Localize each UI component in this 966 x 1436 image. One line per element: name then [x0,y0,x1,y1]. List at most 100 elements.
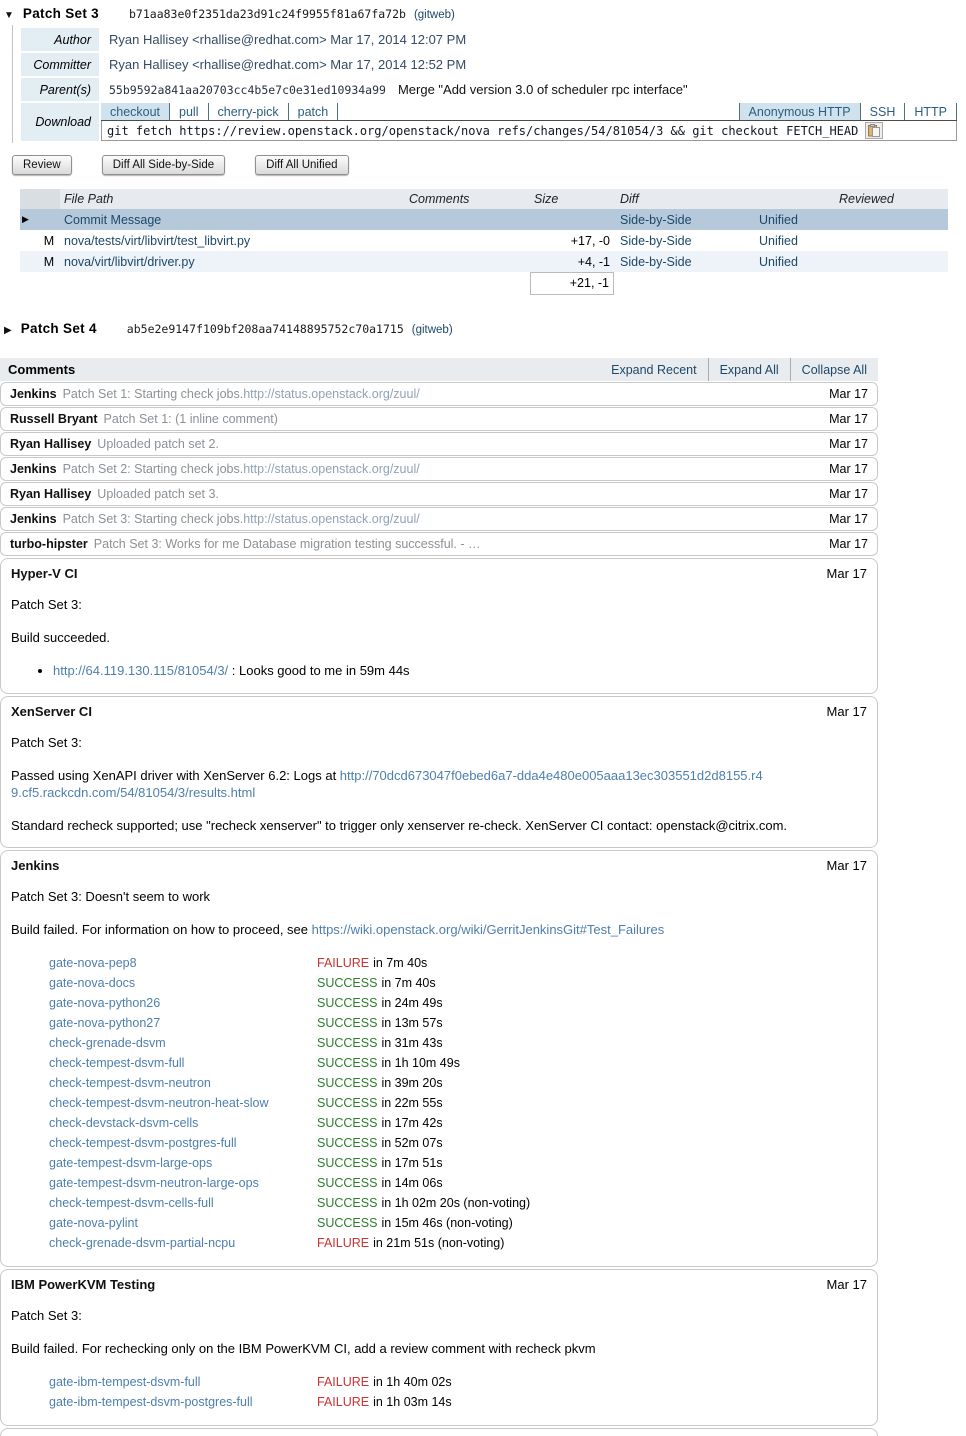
col-reviewed: Reviewed [839,192,894,206]
file-path-link[interactable]: nova/tests/virt/libvirt/test_libvirt.py [64,234,250,248]
comment-summary: Uploaded patch set 2. [97,437,219,451]
test-job-link[interactable]: check-tempest-dsvm-neutron-heat-slow [49,1096,317,1110]
build-result-link[interactable]: http://64.119.130.115/81054/3/ [53,663,228,678]
test-job-link[interactable]: gate-nova-python26 [49,996,317,1010]
file-table-total-row: +21, -1 [20,272,948,295]
comment-paragraph: Patch Set 3: [11,735,82,751]
patchset3-title: Patch Set 3 [22,6,99,21]
parents-value: 55b9592a841aa20703cc4b5e7c0e31ed10934a99… [99,78,949,101]
download-label: Download [21,103,99,141]
comment-summary: Patch Set 1: (1 inline comment) [103,412,278,426]
comment-author: XenServer CI [11,704,92,720]
test-job-link[interactable]: gate-ibm-tempest-dsvm-postgres-full [49,1395,317,1409]
file-path-link[interactable]: nova/virt/libvirt/driver.py [64,255,195,269]
comments-action-link[interactable]: Expand Recent [600,358,707,381]
comment-jenkins: Jenkins Mar 17 Patch Set 3: Doesn't seem… [0,850,878,1268]
file-row[interactable]: M nova/tests/virt/libvirt/test_libvirt.p… [20,230,948,251]
test-duration: in 17m 51s [381,1156,443,1171]
committer-label: Committer [21,53,99,76]
action-button[interactable]: Diff All Unified [255,155,349,175]
total-size: +21, -1 [530,272,614,295]
test-job-link[interactable]: gate-tempest-dsvm-large-ops [49,1156,317,1170]
col-comments: Comments [409,192,470,206]
test-duration: in 39m 20s [381,1076,443,1091]
download-scheme-tab[interactable]: cherry-pick [209,103,289,120]
test-job-link[interactable]: check-tempest-dsvm-postgres-full [49,1136,317,1150]
patchset3-expanded-triangle-icon[interactable]: ▼ [4,10,14,21]
patchset3-gitweb-link[interactable]: (gitweb) [414,9,455,21]
diff-side-by-side-link[interactable]: Side-by-Side [620,255,692,269]
comment-date: Mar 17 [829,512,868,526]
test-duration: in 17m 42s [381,1116,443,1131]
wiki-link[interactable]: https://wiki.openstack.org/wiki/GerritJe… [312,922,665,937]
download-scheme-tab[interactable]: checkout [101,103,171,120]
test-duration: in 1h 02m 20s (non-voting) [381,1196,531,1211]
test-result-row: check-grenade-dsvm-partial-ncpu FAILURE i… [49,1233,867,1253]
comment-paragraph: Build succeeded. [11,629,111,645]
download-protocol-tab[interactable]: SSH [861,103,906,120]
test-job-link[interactable]: check-grenade-dsvm-partial-ncpu [49,1236,317,1250]
diff-unified-link[interactable]: Unified [759,213,798,227]
test-result-row: gate-tempest-dsvm-neutron-large-ops SUCC… [49,1173,867,1193]
collapsed-comment-row[interactable]: turbo-hipster Patch Set 3: Works for me … [0,532,878,556]
test-job-link[interactable]: check-tempest-dsvm-cells-full [49,1196,317,1210]
test-status: SUCCESS [317,1176,378,1191]
test-job-link[interactable]: check-tempest-dsvm-neutron [49,1076,317,1090]
test-status: FAILURE [317,1395,370,1410]
patchset3-commit-hash: b71aa83e0f2351da23d91c24f9955f81a67fa72b [129,7,406,21]
diff-unified-link[interactable]: Unified [759,234,798,248]
test-job-link[interactable]: gate-ibm-tempest-dsvm-full [49,1375,317,1389]
paragraph-text: Build failed. For information on how to … [11,921,312,937]
test-job-link[interactable]: gate-nova-pep8 [49,956,317,970]
test-result-row: gate-nova-docs SUCCESS in 7m 40s [49,973,867,993]
collapsed-comment-row[interactable]: Russell Bryant Patch Set 1: (1 inline co… [0,407,878,431]
parent-commit-subject: Merge "Add version 3.0 of scheduler rpc … [397,82,688,97]
file-row[interactable]: M nova/virt/libvirt/driver.py +4, -1 Sid… [20,251,948,272]
test-job-link[interactable]: gate-tempest-dsvm-neutron-large-ops [49,1176,317,1190]
comment-summary: Patch Set 2: Starting check jobs. [62,462,244,476]
diff-side-by-side-link[interactable]: Side-by-Side [620,213,692,227]
action-button[interactable]: Review [12,155,72,175]
download-protocol-tab[interactable]: HTTP [905,103,957,120]
file-row[interactable]: ▶ Commit Message Side-by-Side Unified [20,209,948,230]
file-rows: ▶ Commit Message Side-by-Side Unified M … [20,209,948,272]
test-job-link[interactable]: gate-nova-python27 [49,1016,317,1030]
collapsed-comment-row[interactable]: Ryan Hallisey Uploaded patch set 3. Mar … [0,482,878,506]
bullet-text: : Looks good to me in 59m 44s [228,663,410,679]
diff-unified-link[interactable]: Unified [759,255,798,269]
test-status: SUCCESS [317,996,378,1011]
copy-to-clipboard-icon[interactable] [865,122,884,139]
collapsed-comments: Jenkins Patch Set 1: Starting check jobs… [0,382,878,556]
ibm-test-results: gate-ibm-tempest-dsvm-full FAILURE in 1h … [11,1372,867,1412]
comment-date: Mar 17 [829,487,868,501]
test-job-link[interactable]: check-devstack-dsvm-cells [49,1116,317,1130]
comment-author: Ryan Hallisey [10,437,92,451]
comments-action-link[interactable]: Expand All [707,358,790,381]
comments-action-link[interactable]: Collapse All [789,358,878,381]
file-size: +17, -0 [570,233,610,248]
test-result-row: check-grenade-dsvm SUCCESS in 31m 43s [49,1033,867,1053]
test-job-link[interactable]: check-tempest-dsvm-full [49,1056,317,1070]
download-scheme-tab[interactable]: patch [289,103,339,120]
diff-side-by-side-link[interactable]: Side-by-Side [620,234,692,248]
test-job-link[interactable]: gate-nova-docs [49,976,317,990]
test-job-link[interactable]: check-grenade-dsvm [49,1036,317,1050]
test-job-link[interactable]: gate-nova-pylint [49,1216,317,1230]
test-status: SUCCESS [317,976,378,991]
action-button[interactable]: Diff All Side-by-Side [101,155,226,175]
download-scheme-tab[interactable]: pull [170,103,209,120]
collapsed-comment-row[interactable]: Jenkins Patch Set 3: Starting check jobs… [0,507,878,531]
file-path-link[interactable]: Commit Message [64,213,161,227]
patchset4-collapsed-triangle-icon[interactable]: ▶ [4,325,12,336]
patchset4-gitweb-link[interactable]: (gitweb) [412,324,453,336]
test-result-row: check-tempest-dsvm-full SUCCESS in 1h 10m… [49,1053,867,1073]
collapsed-comment-row[interactable]: Jenkins Patch Set 1: Starting check jobs… [0,382,878,406]
comment-date: Mar 17 [829,437,868,451]
test-result-row: check-tempest-dsvm-postgres-full SUCCESS… [49,1133,867,1153]
download-protocol-tab[interactable]: Anonymous HTTP [739,103,861,120]
collapsed-comment-row[interactable]: Ryan Hallisey Uploaded patch set 2. Mar … [0,432,878,456]
collapsed-comment-row[interactable]: Jenkins Patch Set 2: Starting check jobs… [0,457,878,481]
test-result-row: check-tempest-dsvm-neutron-heat-slow SUC… [49,1093,867,1113]
test-status: SUCCESS [317,1116,378,1131]
parents-label: Parent(s) [21,78,99,101]
